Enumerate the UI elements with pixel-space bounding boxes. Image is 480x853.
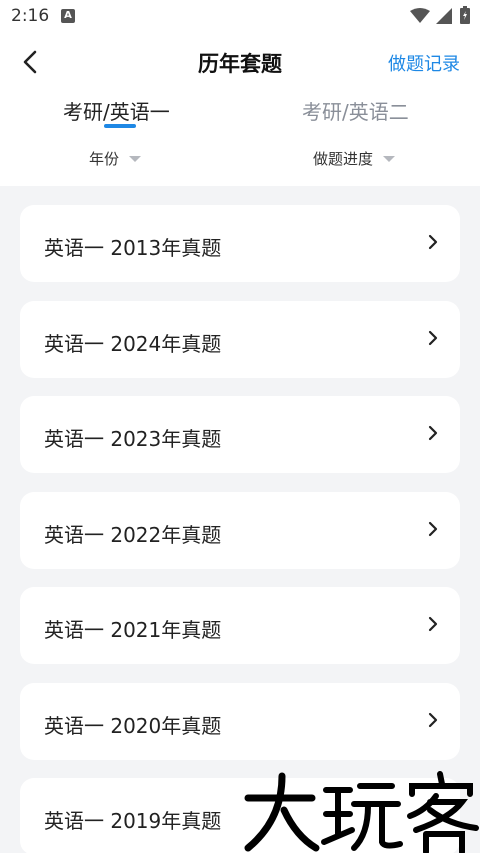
list-item[interactable]: 英语一 2021年真题	[20, 587, 460, 664]
list-item[interactable]: 英语一 2022年真题	[20, 492, 460, 569]
filter-bar: 年份 做题进度	[0, 146, 480, 174]
status-bar: 2:16 A	[0, 0, 480, 34]
list-item[interactable]: 英语一 2013年真题	[20, 205, 460, 282]
year-filter[interactable]: 年份	[89, 148, 142, 169]
exam-tabs: 考研/英语一 考研/英语二	[0, 94, 480, 134]
list-item-label: 英语一 2020年真题	[44, 714, 222, 738]
list-item-label: 英语一 2019年真题	[44, 809, 222, 833]
list-item[interactable]: 英语一 2023年真题	[20, 396, 460, 473]
caret-down-icon	[383, 155, 396, 162]
progress-filter-label: 做题进度	[313, 150, 374, 168]
list-item-label: 英语一 2013年真题	[44, 236, 222, 260]
progress-filter[interactable]: 做题进度	[313, 148, 396, 169]
battery-icon	[460, 6, 470, 24]
navigation-bar: 历年套题 做题记录	[0, 40, 480, 84]
chevron-right-icon	[428, 521, 438, 537]
wifi-icon	[410, 8, 430, 23]
tab-english-one[interactable]: 考研/英语一	[63, 96, 170, 125]
year-filter-label: 年份	[89, 150, 120, 168]
record-link[interactable]: 做题记录	[388, 50, 460, 76]
list-item-label: 英语一 2024年真题	[44, 332, 222, 356]
caret-down-icon	[129, 155, 142, 162]
active-tab-indicator	[104, 124, 136, 128]
list-item-label: 英语一 2022年真题	[44, 523, 222, 547]
tab-english-two[interactable]: 考研/英语二	[302, 96, 409, 125]
chevron-right-icon	[428, 425, 438, 441]
watermark-logo	[244, 771, 479, 853]
chevron-right-icon	[428, 330, 438, 346]
list-item-label: 英语一 2021年真题	[44, 618, 222, 642]
status-time: 2:16	[11, 6, 50, 26]
chevron-right-icon	[428, 616, 438, 632]
chevron-right-icon	[428, 234, 438, 250]
list-item[interactable]: 英语一 2024年真题	[20, 301, 460, 378]
list-item[interactable]: 英语一 2020年真题	[20, 683, 460, 760]
notification-icon: A	[61, 9, 75, 23]
list-item-label: 英语一 2023年真题	[44, 427, 222, 451]
signal-icon	[436, 8, 452, 24]
chevron-right-icon	[428, 712, 438, 728]
